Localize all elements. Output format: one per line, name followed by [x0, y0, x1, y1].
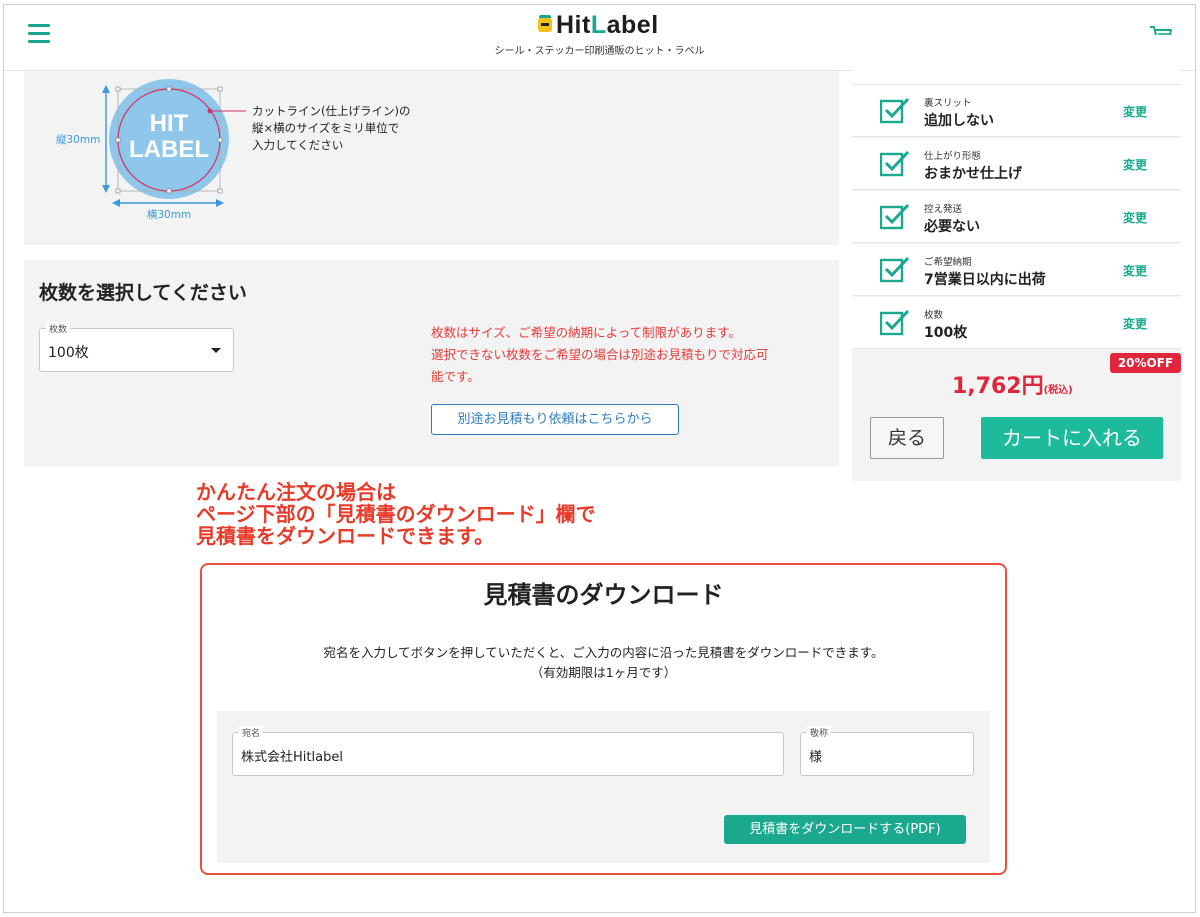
- circle-text-line2: LABEL: [129, 136, 209, 163]
- size-note-line3: 入力してください: [252, 138, 343, 152]
- addressee-legend: 宛名: [239, 726, 264, 739]
- option-change-link[interactable]: 変更: [1123, 103, 1147, 120]
- option-change-link[interactable]: 変更: [1123, 262, 1147, 279]
- option-value: おまかせ仕上げ: [924, 166, 1022, 182]
- size-guide-diagram: HIT LABEL 縦30mm 横30mm カットライン(仕上げライン)の 縦×…: [56, 79, 410, 221]
- option-change-link[interactable]: 変更: [1123, 209, 1147, 226]
- size-guide-panel: HIT LABEL 縦30mm 横30mm カットライン(仕上げライン)の 縦×…: [24, 71, 839, 245]
- download-title: 見積書のダウンロード: [483, 581, 724, 609]
- option-value: 7営業日以内に出荷: [924, 272, 1046, 288]
- download-form: 宛名 株式会社Hitlabel 敬称 様 見積書をダウンロードする(PDF): [217, 711, 990, 863]
- option-label: 裏スリット: [924, 98, 972, 109]
- option-label: 枚数: [924, 310, 944, 321]
- total-price: 1,762円(税込): [952, 374, 1073, 399]
- annotation-text: かんたん注文の場合は ページ下部の「見積書のダウンロード」欄で 見積書をダウンロ…: [196, 480, 596, 548]
- back-button[interactable]: 戻る: [870, 417, 944, 459]
- quantity-select[interactable]: 枚数 100枚: [39, 322, 234, 372]
- site-logo[interactable]: HitLabel: [536, 11, 659, 39]
- honorific-legend: 敬称: [807, 726, 832, 739]
- quantity-panel: 枚数を選択してください 枚数 100枚 枚数はサイズ、ご希望の納期によって制限が…: [24, 260, 839, 467]
- order-summary-sidebar: 裏スリット 追加しない 変更 仕上がり形態 おまかせ仕上げ 変更 控え発送 必要…: [852, 35, 1181, 481]
- quantity-note: 枚数はサイズ、ご希望の納期によって制限があります。 選択できない枚数をご希望の場…: [431, 325, 769, 384]
- addressee-input[interactable]: 宛名 株式会社Hitlabel: [232, 726, 784, 776]
- option-change-link[interactable]: 変更: [1123, 156, 1147, 173]
- check-icon: [880, 150, 910, 177]
- discount-badge: 20%OFF: [1110, 353, 1181, 373]
- addressee-value: 株式会社Hitlabel: [241, 750, 343, 765]
- estimate-download-section: 見積書のダウンロード 宛名を入力してボタンを押していただくと、ご入力の内容に沿っ…: [200, 563, 1007, 875]
- logo-text: HitLabel: [556, 10, 659, 39]
- quantity-title: 枚数を選択してください: [39, 282, 247, 304]
- download-estimate-button[interactable]: 見積書をダウンロードする(PDF): [724, 815, 966, 844]
- download-description: 宛名を入力してボタンを押していただくと、ご入力の内容に沿った見積書をダウンロード…: [323, 645, 884, 680]
- size-note-line2: 縦×横のサイズをミリ単位で: [252, 121, 399, 135]
- option-change-link[interactable]: 変更: [1123, 315, 1147, 332]
- honorific-input[interactable]: 敬称 様: [800, 726, 974, 776]
- separate-estimate-button[interactable]: 別途お見積もり依頼はこちらから: [431, 404, 679, 435]
- option-label: 控え発送: [924, 204, 963, 215]
- browser-viewport: HitLabel シール・ステッカー印刷通販のヒット・ラベル HIT LABEL…: [3, 4, 1196, 913]
- width-label: 横30mm: [147, 208, 191, 221]
- honorific-value: 様: [809, 750, 823, 765]
- option-row-finish: 仕上がり形態 おまかせ仕上げ 変更: [852, 138, 1181, 190]
- option-row-delivery: ご希望納期 7営業日以内に出荷 変更: [852, 244, 1181, 296]
- check-icon: [880, 97, 910, 124]
- option-row-back-slit: 裏スリット 追加しない 変更: [852, 85, 1181, 137]
- quantity-select-value: 100枚: [48, 345, 89, 361]
- option-value: 追加しない: [924, 113, 994, 129]
- add-to-cart-button[interactable]: カートに入れる: [981, 417, 1163, 459]
- caret-down-icon: [211, 348, 221, 353]
- check-icon: [880, 203, 910, 230]
- option-row-copy-shipping: 控え発送 必要ない 変更: [852, 191, 1181, 243]
- height-label: 縦30mm: [56, 133, 100, 146]
- bee-logo-icon: [536, 15, 554, 35]
- option-row-quantity: 枚数 100枚 変更: [852, 297, 1181, 349]
- circle-text-line1: HIT: [150, 110, 189, 137]
- option-label: ご希望納期: [924, 257, 972, 268]
- option-value: 100枚: [924, 325, 968, 341]
- size-note-line1: カットライン(仕上げライン)の: [252, 104, 410, 118]
- option-value: 必要ない: [924, 219, 980, 235]
- hamburger-icon[interactable]: [28, 24, 50, 44]
- quantity-select-legend: 枚数: [46, 322, 71, 335]
- check-icon: [880, 256, 910, 283]
- option-row-partial: [852, 35, 1181, 85]
- check-icon: [880, 309, 910, 336]
- option-label: 仕上がり形態: [924, 151, 982, 162]
